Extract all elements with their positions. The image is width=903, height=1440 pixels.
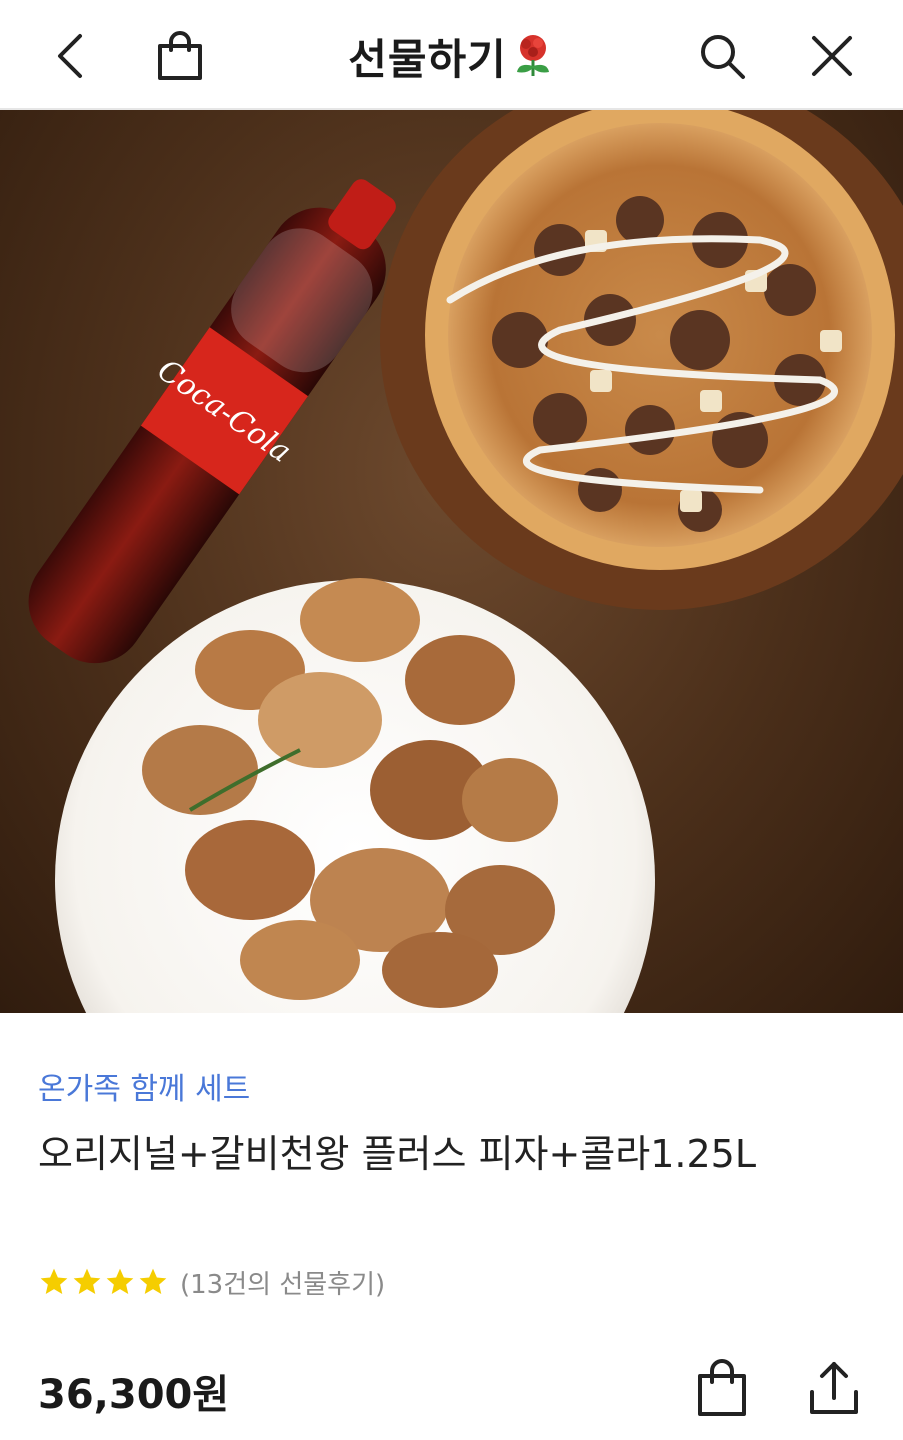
- star-icon: [106, 1268, 134, 1294]
- review-count[interactable]: (13건의 선물후기): [180, 1264, 385, 1301]
- flower-icon: [516, 35, 549, 76]
- top-bar: 선물하기: [0, 0, 903, 110]
- share-button[interactable]: [802, 1356, 866, 1420]
- close-button[interactable]: [804, 28, 860, 84]
- star-icon: [73, 1268, 101, 1294]
- product-image[interactable]: Coca-Cola: [0, 110, 903, 1013]
- star-icon: [40, 1268, 68, 1294]
- search-button[interactable]: [694, 28, 750, 84]
- page-title: 선물하기: [348, 34, 507, 84]
- product-price: 36,300원: [38, 1372, 230, 1418]
- star-icon: [139, 1268, 167, 1294]
- product-photo-illustration: Coca-Cola: [28, 110, 903, 1013]
- close-icon: [812, 36, 852, 76]
- rating[interactable]: (13건의 선물후기): [38, 1262, 385, 1302]
- page-header: 선물하기: [0, 26, 903, 86]
- product-name: 오리지널+갈비천왕 플러스 피자+콜라1.25L: [38, 1132, 757, 1176]
- shopping-bag-icon: [698, 1359, 746, 1416]
- gift-bag-button[interactable]: [690, 1356, 754, 1420]
- search-icon: [701, 35, 745, 79]
- share-icon: [810, 1362, 858, 1414]
- product-category[interactable]: 온가족 함께 세트: [38, 1064, 250, 1108]
